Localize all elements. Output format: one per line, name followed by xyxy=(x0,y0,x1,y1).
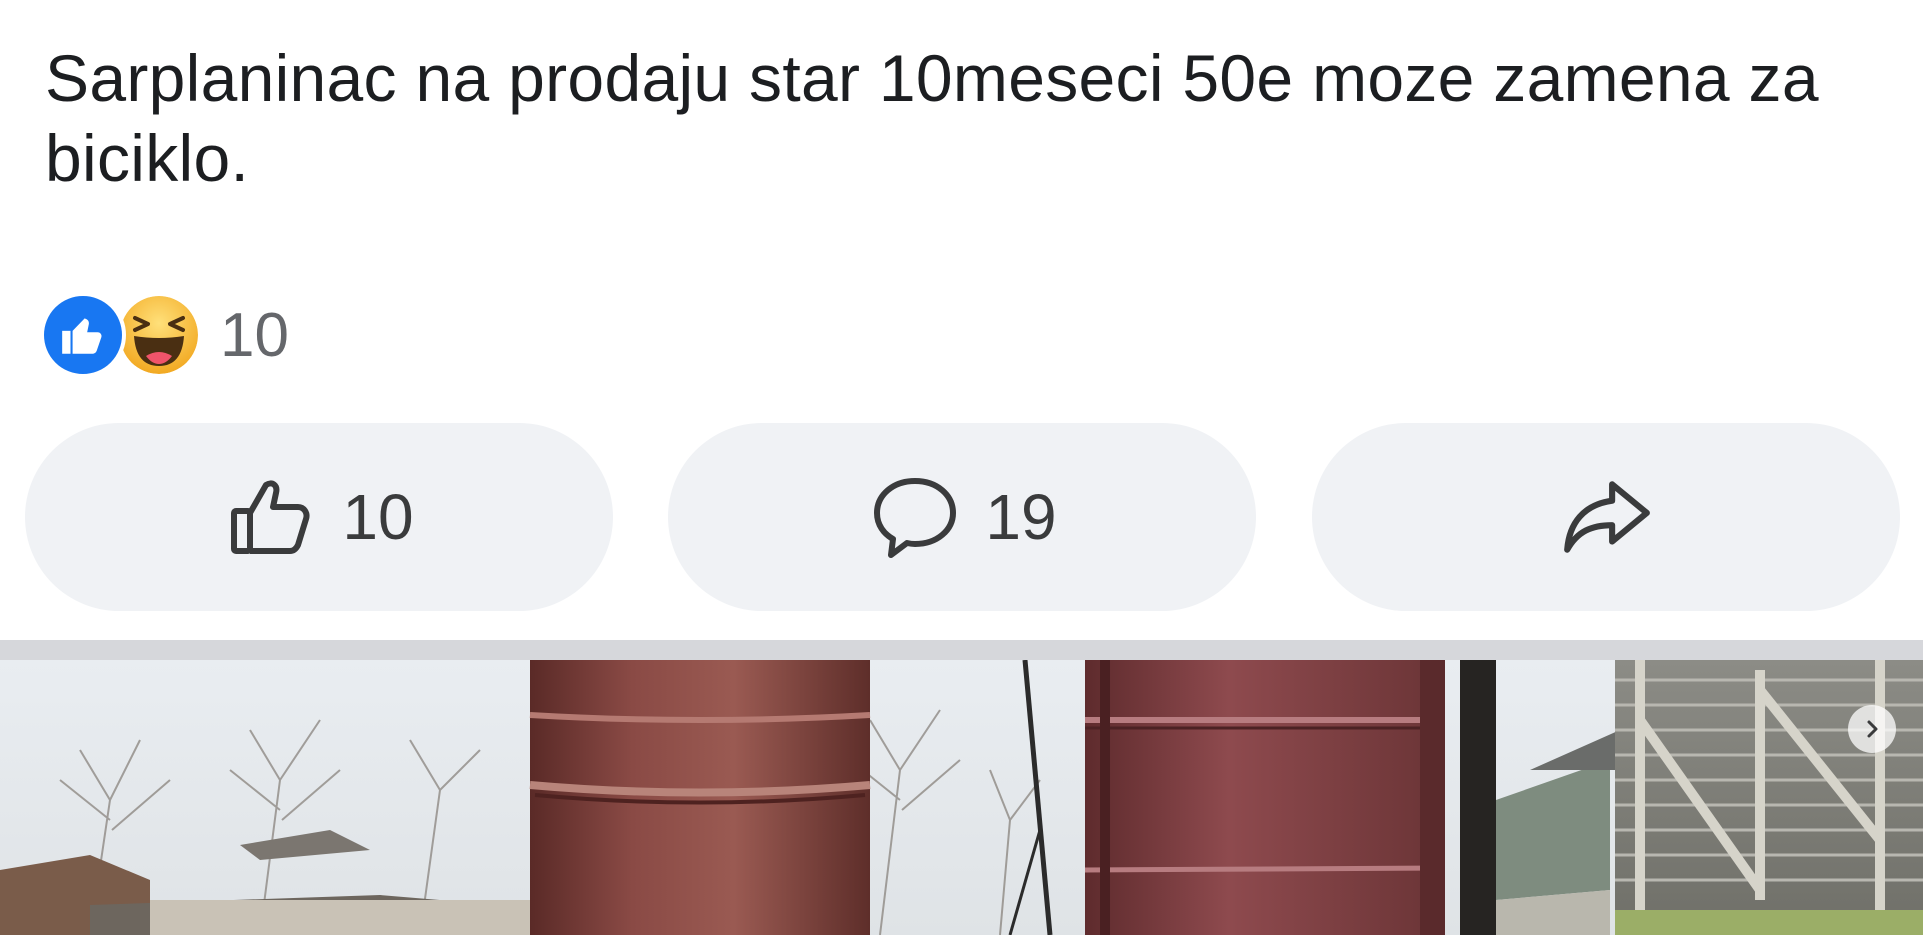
thumbs-up-icon xyxy=(231,480,310,554)
post-photo[interactable] xyxy=(0,660,1923,935)
post-text: Sarplaninac na prodaju star 10meseci 50e… xyxy=(45,41,1819,195)
post-divider xyxy=(0,640,1923,660)
photo-image xyxy=(0,660,1923,935)
share-arrow-icon xyxy=(1564,481,1650,553)
comment-bubble-icon xyxy=(874,478,957,558)
reaction-count: 10 xyxy=(220,300,289,370)
comment-count: 19 xyxy=(985,481,1057,553)
haha-reaction-icon xyxy=(116,292,202,378)
reactions-summary[interactable]: 10 xyxy=(40,290,289,380)
like-count: 10 xyxy=(342,481,414,553)
next-arrow-icon xyxy=(1867,720,1878,738)
like-reaction-icon xyxy=(40,292,126,378)
share-button[interactable] xyxy=(1312,423,1900,611)
comment-button[interactable]: 19 xyxy=(668,423,1256,611)
like-button[interactable]: 10 xyxy=(25,423,613,611)
post-card: Sarplaninac na prodaju star 10meseci 50e… xyxy=(0,0,1923,640)
next-photo-button[interactable] xyxy=(1848,705,1896,753)
action-bar: 10 19 xyxy=(25,423,1900,611)
